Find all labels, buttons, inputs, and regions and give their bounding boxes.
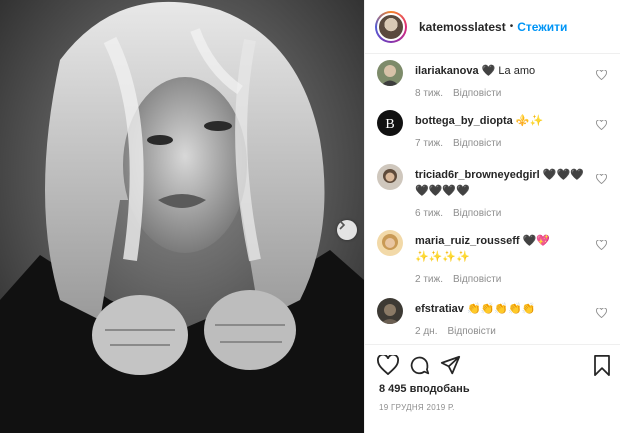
- comment-text: 👏👏👏👏👏: [466, 303, 536, 315]
- reply-button[interactable]: Відповісти: [453, 88, 501, 99]
- comment-age[interactable]: 7 тиж.: [415, 138, 443, 149]
- paper-plane-icon[interactable]: [440, 355, 461, 381]
- comment-username[interactable]: maria_ruiz_rousseff: [415, 235, 520, 247]
- post-side-panel: katemosslatest • Стежити ilariakanova 🖤 …: [364, 0, 620, 433]
- comment-username[interactable]: bottega_by_diopta: [415, 115, 513, 127]
- avatar[interactable]: [377, 230, 403, 256]
- comment-age[interactable]: 2 тиж.: [415, 274, 443, 285]
- reply-button[interactable]: Відповісти: [453, 274, 501, 285]
- svg-text:B: B: [385, 117, 394, 132]
- next-photo-button[interactable]: [337, 220, 357, 240]
- heart-outline-icon[interactable]: [377, 353, 399, 380]
- post-photo[interactable]: [0, 0, 364, 433]
- list-item: triciad6r_browneyedgirl 🖤🖤🖤🖤🖤🖤🖤 6 тиж. Ві…: [377, 164, 613, 228]
- portrait-image: [0, 0, 364, 433]
- list-item: B bottega_by_diopta ⚜️✨ 7 тиж. Відповісти: [377, 110, 613, 160]
- reply-button[interactable]: Відповісти: [447, 326, 495, 337]
- reply-button[interactable]: Відповісти: [453, 138, 501, 149]
- comment-text: ⚜️✨: [515, 115, 544, 127]
- likes-count[interactable]: 8 495 вподобань: [379, 383, 470, 395]
- author-avatar[interactable]: [375, 10, 407, 43]
- like-comment-icon[interactable]: [596, 305, 607, 323]
- avatar[interactable]: B: [377, 110, 403, 136]
- speech-bubble-icon[interactable]: [409, 355, 430, 381]
- comment-age[interactable]: 8 тиж.: [415, 88, 443, 99]
- avatar[interactable]: [377, 298, 403, 324]
- avatar[interactable]: [377, 164, 403, 190]
- list-item: efstratiav 👏👏👏👏👏 2 дн. Відповісти: [377, 298, 613, 344]
- comment-username[interactable]: triciad6r_browneyedgirl: [415, 169, 540, 181]
- action-icon-row: [377, 353, 613, 381]
- follow-button[interactable]: Стежити: [517, 20, 567, 34]
- like-comment-icon[interactable]: [596, 237, 607, 255]
- comment-age[interactable]: 2 дн.: [415, 326, 437, 337]
- comment-text: 🖤 La amo: [481, 65, 536, 77]
- reply-button[interactable]: Відповісти: [453, 208, 501, 219]
- separator-dot: •: [509, 21, 514, 32]
- comment-age[interactable]: 6 тиж.: [415, 208, 443, 219]
- like-comment-icon[interactable]: [596, 171, 607, 189]
- comment-username[interactable]: efstratiav: [415, 303, 464, 315]
- post-header: katemosslatest • Стежити: [365, 0, 620, 54]
- like-comment-icon[interactable]: [596, 67, 607, 85]
- list-item: maria_ruiz_rousseff 🖤💖✨✨✨✨ 2 тиж. Відпові…: [377, 230, 613, 294]
- post-date[interactable]: 19 ГРУДНЯ 2019 Р.: [379, 403, 455, 412]
- comment-username[interactable]: ilariakanova: [415, 65, 479, 77]
- list-item: ilariakanova 🖤 La amo 8 тиж. Відповісти: [377, 60, 613, 110]
- post-actions: 8 495 вподобань 19 ГРУДНЯ 2019 Р.: [365, 344, 620, 433]
- comments-list[interactable]: ilariakanova 🖤 La amo 8 тиж. Відповісти B…: [365, 54, 620, 344]
- like-comment-icon[interactable]: [596, 117, 607, 135]
- bookmark-icon[interactable]: [593, 355, 611, 381]
- author-username[interactable]: katemosslatest: [419, 20, 506, 34]
- avatar[interactable]: [377, 60, 403, 86]
